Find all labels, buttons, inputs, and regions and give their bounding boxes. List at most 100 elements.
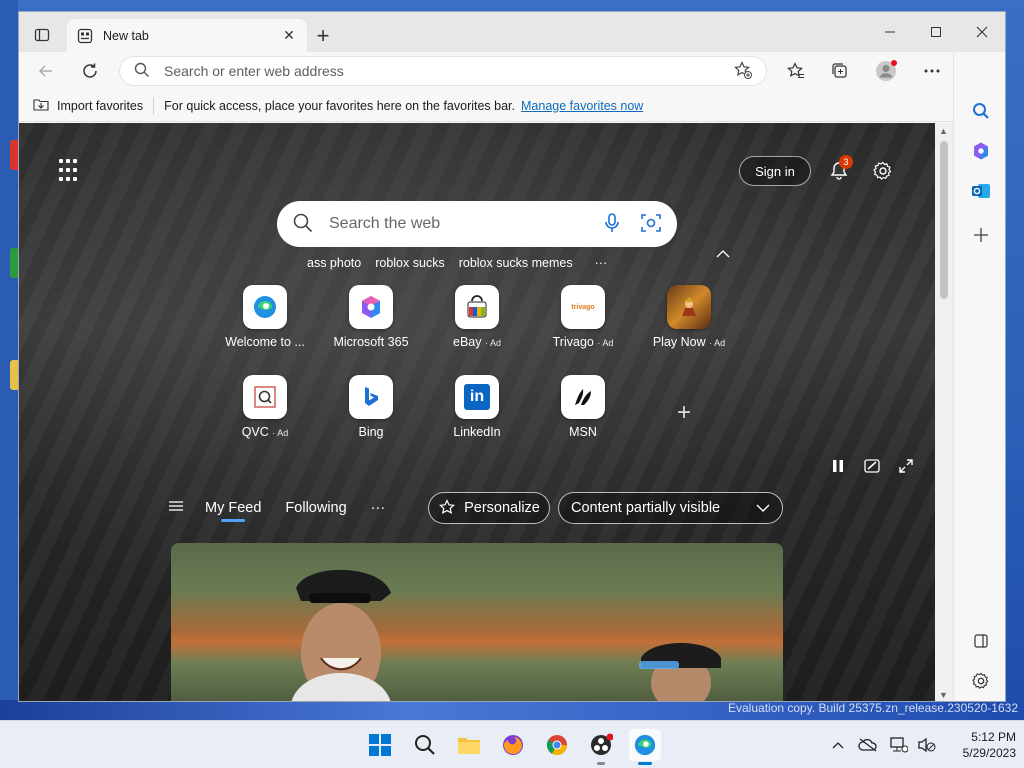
system-clock[interactable]: 5:12 PM 5/29/2023 xyxy=(946,729,1016,761)
feed-card-image[interactable] xyxy=(171,543,783,701)
collapse-chevron-up-icon[interactable] xyxy=(716,245,730,261)
linkedin-logo-text: in xyxy=(464,384,490,410)
tab-new-tab[interactable]: New tab ✕ xyxy=(67,19,307,52)
pause-background-icon[interactable] xyxy=(827,455,849,477)
settings-and-more-button[interactable] xyxy=(917,57,947,85)
quick-link-tile[interactable]: Microsoft 365 xyxy=(321,285,421,349)
trending-item[interactable]: ass photo xyxy=(307,256,361,270)
firefox-button[interactable] xyxy=(497,729,529,761)
search-icon xyxy=(134,62,150,81)
back-button[interactable] xyxy=(31,57,61,85)
sidebar-search-icon[interactable] xyxy=(968,98,994,124)
taskbar-search-button[interactable] xyxy=(409,729,441,761)
tab-actions-icon[interactable] xyxy=(29,22,55,48)
favorites-button[interactable] xyxy=(781,57,811,85)
favorites-bar-message: For quick access, place your favorites h… xyxy=(164,98,516,113)
feed-navigation: My Feed Following ··· xyxy=(169,491,413,525)
quick-link-tile[interactable]: in LinkedIn xyxy=(427,375,527,439)
address-bar[interactable]: Search or enter web address xyxy=(119,56,767,86)
quick-link-tile[interactable]: trivago Trivago · Ad xyxy=(533,285,633,349)
show-hidden-icons-chevron-up-icon[interactable] xyxy=(828,735,848,755)
app-launcher-icon[interactable] xyxy=(59,159,83,183)
minimize-button[interactable] xyxy=(867,18,913,46)
trending-more-button[interactable]: ··· xyxy=(595,256,608,270)
trivago-icon: trivago xyxy=(561,285,605,329)
browser-window: New tab ✕ + Search or enter web address xyxy=(18,11,1006,702)
profile-avatar[interactable] xyxy=(871,57,901,85)
sidebar-microsoft365-icon[interactable] xyxy=(968,138,994,164)
file-explorer-button[interactable] xyxy=(453,729,485,761)
volume-muted-icon[interactable] xyxy=(917,735,937,755)
scroll-thumb[interactable] xyxy=(940,141,948,299)
quick-link-tile[interactable]: Welcome to ... xyxy=(215,285,315,349)
feed-more-button[interactable]: ··· xyxy=(371,500,386,516)
trending-item[interactable]: roblox sucks memes xyxy=(459,256,573,270)
tab-following[interactable]: Following xyxy=(285,500,346,516)
navigation-toolbar: Search or enter web address xyxy=(19,52,1005,90)
sign-in-button[interactable]: Sign in xyxy=(739,156,811,186)
tile-label: Bing xyxy=(358,425,384,439)
onedrive-icon[interactable] xyxy=(858,735,878,755)
scroll-down-icon[interactable]: ▼ xyxy=(939,690,948,700)
content-visibility-label: Content partially visible xyxy=(571,500,721,516)
notifications-button[interactable]: 3 xyxy=(825,155,853,185)
quick-link-tile[interactable]: MSN xyxy=(533,375,633,439)
network-icon[interactable] xyxy=(889,735,909,755)
gear-icon xyxy=(873,161,892,180)
linkedin-icon: in xyxy=(455,375,499,419)
clock-date: 5/29/2023 xyxy=(962,746,1016,760)
expand-icon[interactable] xyxy=(895,455,917,477)
personalize-icon xyxy=(439,499,456,515)
refresh-button[interactable] xyxy=(75,57,105,85)
notification-badge: 3 xyxy=(839,155,853,169)
content-visibility-dropdown[interactable]: Content partially visible xyxy=(558,492,783,524)
page-settings-button[interactable] xyxy=(869,157,897,185)
personalize-label: Personalize xyxy=(464,500,540,516)
hide-sidebar-icon[interactable] xyxy=(968,628,994,654)
taskbar: 5:12 PM 5/29/2023 xyxy=(0,720,1024,768)
quick-link-tile[interactable]: eBay · Ad xyxy=(427,285,527,349)
obs-icon xyxy=(591,733,613,755)
add-shortcut-button[interactable]: + xyxy=(677,399,691,427)
collections-button[interactable] xyxy=(825,57,855,85)
running-indicator xyxy=(638,762,652,765)
media-app-button[interactable] xyxy=(585,729,617,765)
tile-label: Play Now xyxy=(652,335,706,349)
favorites-bar: Import favorites For quick access, place… xyxy=(19,90,1005,122)
tile-label: QVC xyxy=(241,425,269,439)
web-search-box[interactable]: Search the web xyxy=(277,201,677,247)
tile-label: eBay xyxy=(453,335,482,349)
scroll-up-icon[interactable]: ▲ xyxy=(939,126,948,136)
qvc-icon xyxy=(243,375,287,419)
quick-link-tile[interactable]: QVC · Ad xyxy=(215,375,315,439)
personalize-button[interactable]: Personalize xyxy=(428,492,550,524)
edge-button[interactable] xyxy=(629,729,661,765)
page-scrollbar[interactable]: ▲ ▼ xyxy=(935,123,953,701)
chrome-button[interactable] xyxy=(541,729,573,761)
clock-time: 5:12 PM xyxy=(971,730,1016,744)
close-tab-icon[interactable]: ✕ xyxy=(281,27,297,44)
import-favorites-label: Import favorites xyxy=(57,98,144,113)
quick-link-tile[interactable]: Play Now · Ad xyxy=(639,285,739,349)
folder-icon xyxy=(458,738,480,754)
import-favorites-button[interactable]: Import favorites xyxy=(33,96,155,115)
close-window-button[interactable] xyxy=(959,18,1005,46)
sidebar-add-icon[interactable] xyxy=(968,222,994,248)
trending-item[interactable]: roblox sucks xyxy=(375,256,444,270)
trending-searches: ass photo roblox sucks roblox sucks meme… xyxy=(307,256,607,270)
start-button[interactable] xyxy=(364,729,396,761)
quick-link-tile[interactable]: Bing xyxy=(321,375,421,439)
visual-search-icon[interactable] xyxy=(641,213,661,236)
tab-my-feed[interactable]: My Feed xyxy=(205,500,261,522)
maximize-button[interactable] xyxy=(913,18,959,46)
sidebar-outlook-icon[interactable] xyxy=(968,178,994,204)
firefox-icon xyxy=(503,735,523,755)
manage-favorites-link[interactable]: Manage favorites now xyxy=(521,99,643,113)
new-tab-button[interactable]: + xyxy=(311,23,335,48)
sidebar-settings-icon[interactable] xyxy=(968,668,994,694)
add-favorite-icon[interactable] xyxy=(734,60,752,82)
microphone-icon[interactable] xyxy=(605,212,619,236)
chrome-icon xyxy=(546,735,568,756)
customize-background-icon[interactable] xyxy=(861,455,883,477)
feed-menu-icon[interactable] xyxy=(169,500,183,516)
